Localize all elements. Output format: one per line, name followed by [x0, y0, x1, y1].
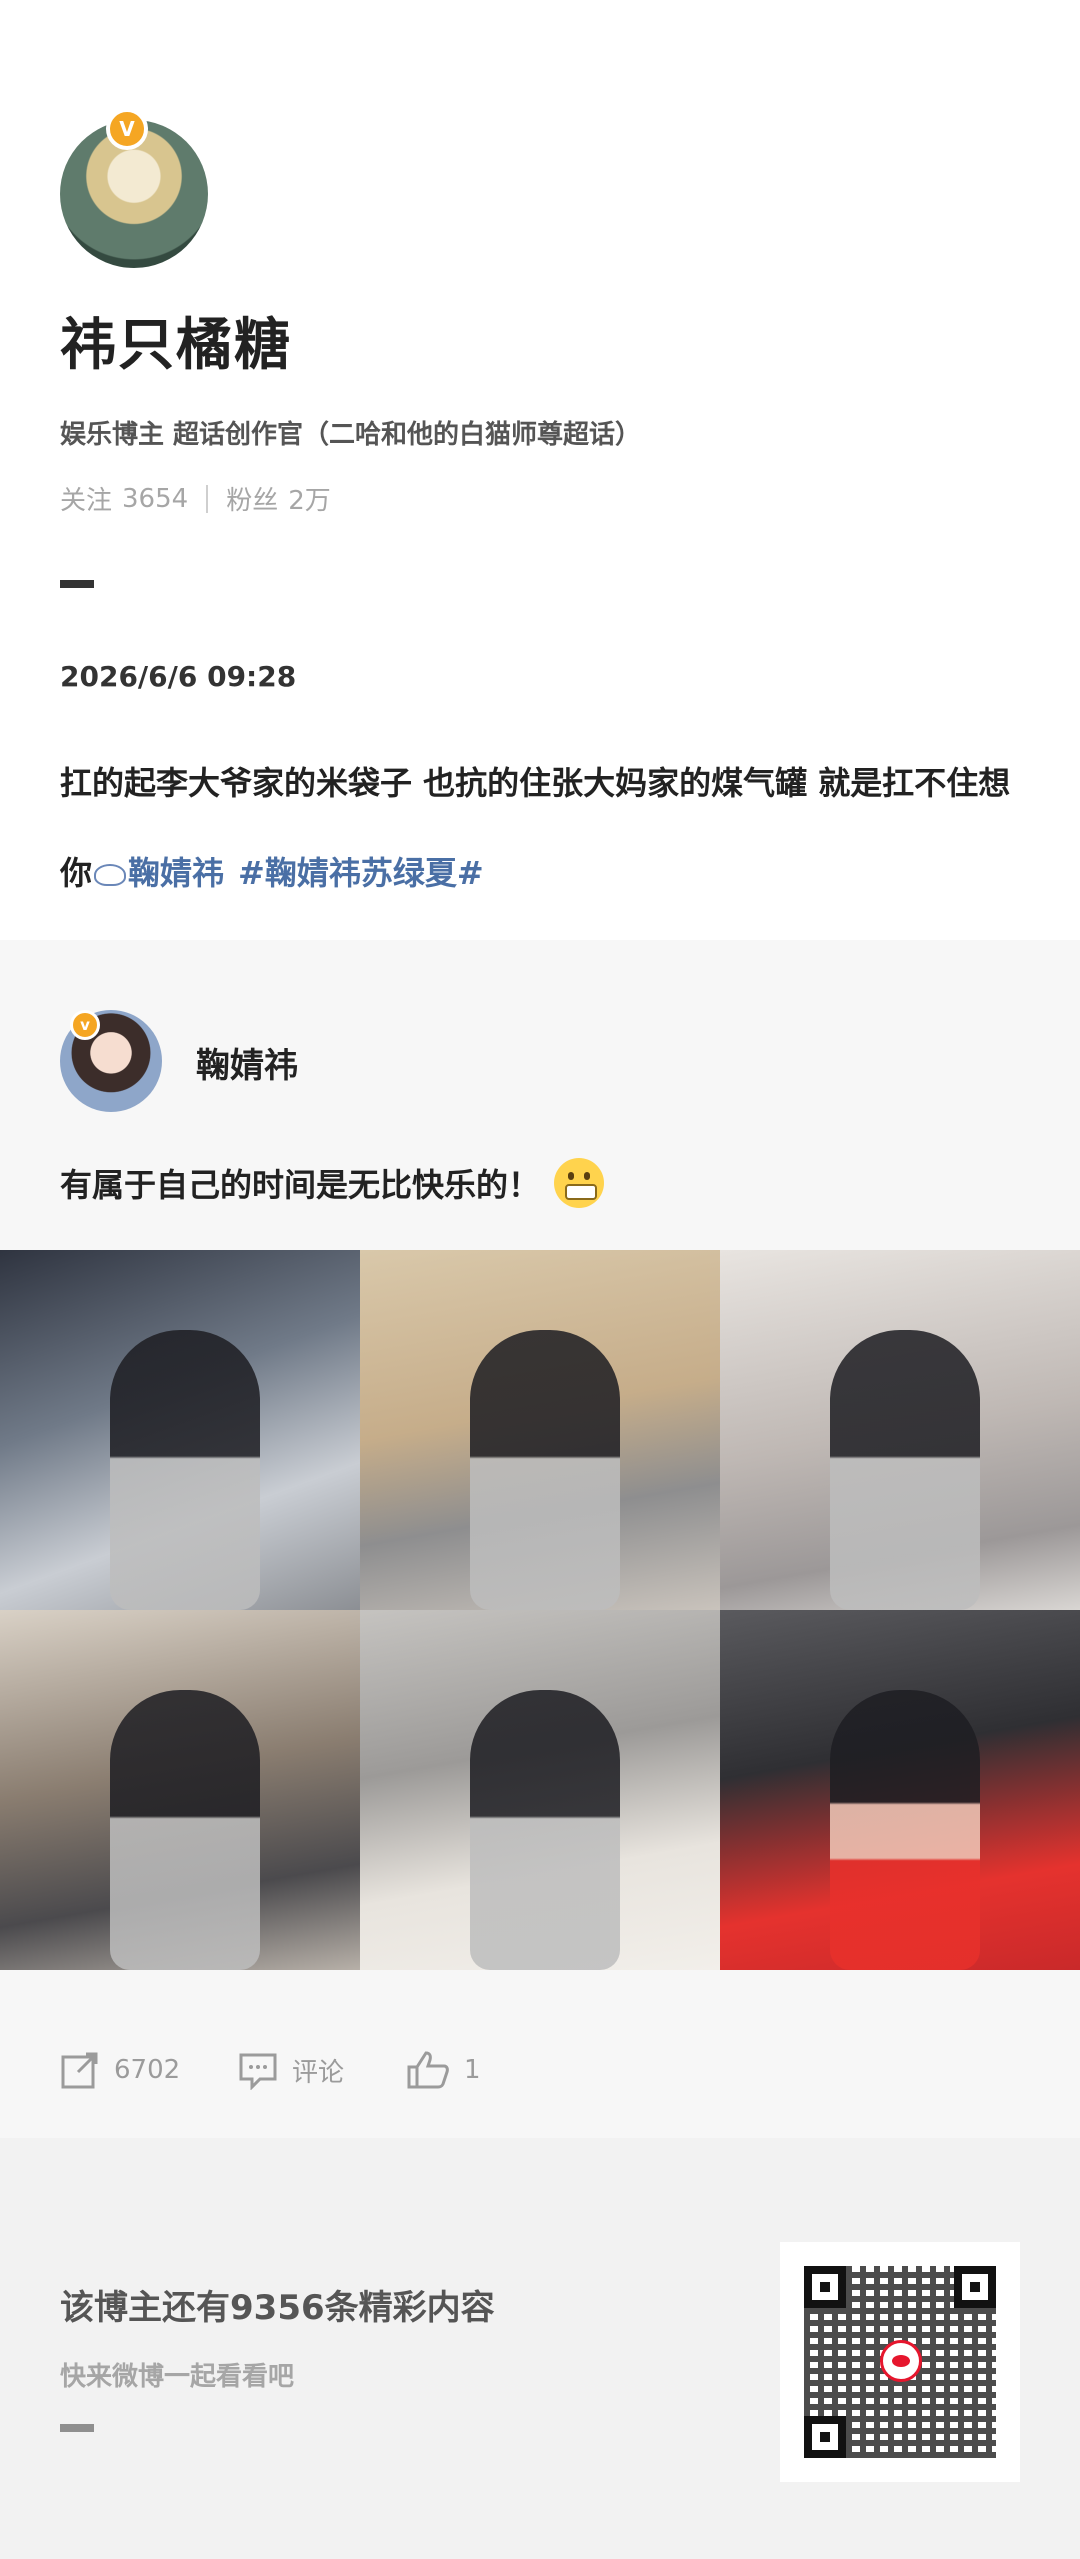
- photo-subject: [830, 1690, 980, 1970]
- action-bar: 6702 评论 1: [0, 2030, 1080, 2100]
- repost-text: 有属于自己的时间是无比快乐的！: [60, 1158, 605, 1208]
- mention-link[interactable]: 鞠婧祎: [128, 854, 224, 892]
- photo-grid: [0, 1250, 1080, 1970]
- like-count: 1: [464, 2055, 481, 2085]
- post-text: 扛的起李大爷家的米袋子 也抗的住张大妈家的煤气罐 就是扛不住想你 鞠婧祎 #鞠婧祎苏…: [60, 738, 1030, 918]
- grimacing-emoji-icon: [554, 1158, 605, 1208]
- thumbs-up-icon: [407, 2051, 449, 2089]
- photo-3[interactable]: [720, 1250, 1080, 1610]
- following-count[interactable]: 3654: [122, 484, 188, 514]
- profile-header: V 祎只橘糖 娱乐博主 超话创作官（二哈和他的白猫师尊超话） 关注 3654 粉…: [0, 0, 1080, 940]
- qr-finder: [804, 2266, 846, 2308]
- photo-5[interactable]: [360, 1610, 720, 1970]
- like-button[interactable]: 1: [406, 2050, 481, 2090]
- repost-author[interactable]: 鞠婧祎: [196, 1038, 298, 1087]
- comment-button[interactable]: 评论: [238, 2050, 344, 2090]
- weibo-logo-icon: [880, 2340, 922, 2382]
- repost-card[interactable]: v 鞠婧祎 有属于自己的时间是无比快乐的！ 6702 评论 1: [0, 940, 1080, 2138]
- photo-subject: [110, 1690, 260, 1970]
- share-icon: [61, 2052, 98, 2089]
- footer-subtitle: 快来微博一起看看吧: [60, 2362, 295, 2392]
- repost-body: 有属于自己的时间是无比快乐的！: [60, 1166, 541, 1204]
- photo-subject: [830, 1330, 980, 1610]
- stats-divider: [206, 484, 209, 513]
- comment-label: 评论: [292, 2057, 345, 2088]
- following-label[interactable]: 关注: [60, 480, 112, 517]
- qr-finder: [954, 2266, 996, 2308]
- comment-icon: [239, 2053, 277, 2090]
- qr-finder: [804, 2416, 846, 2458]
- topic-link[interactable]: #鞠婧祎苏绿夏#: [238, 854, 484, 892]
- weibo-eye-icon: [94, 864, 127, 886]
- followers-count[interactable]: 2万: [288, 480, 331, 517]
- profile-intro: 娱乐博主 超话创作官（二哈和他的白猫师尊超话）: [60, 420, 642, 450]
- verified-badge-icon: v: [70, 1010, 100, 1040]
- qr-code-icon[interactable]: [780, 2242, 1020, 2482]
- share-button[interactable]: 6702: [60, 2050, 180, 2090]
- photo-subject: [470, 1690, 620, 1970]
- section-divider: [60, 580, 94, 588]
- share-count: 6702: [114, 2055, 181, 2085]
- post-datetime: 2026/6/6 09:28: [60, 660, 297, 693]
- photo-subject: [110, 1330, 260, 1610]
- footer-title: 该博主还有9356条精彩内容: [60, 2288, 495, 2328]
- photo-2[interactable]: [360, 1250, 720, 1610]
- footer-divider: [60, 2424, 94, 2432]
- photo-6[interactable]: [720, 1610, 1080, 1970]
- photo-4[interactable]: [0, 1610, 360, 1970]
- profile-name[interactable]: 祎只橘糖: [60, 300, 292, 381]
- followers-label[interactable]: 粉丝: [226, 480, 278, 517]
- photo-subject: [470, 1330, 620, 1610]
- footer-banner: 该博主还有9356条精彩内容 快来微博一起看看吧: [0, 2138, 1080, 2559]
- profile-stats: 关注 3654 粉丝 2万: [60, 480, 331, 517]
- photo-1[interactable]: [0, 1250, 360, 1610]
- verified-badge-icon: V: [106, 108, 148, 150]
